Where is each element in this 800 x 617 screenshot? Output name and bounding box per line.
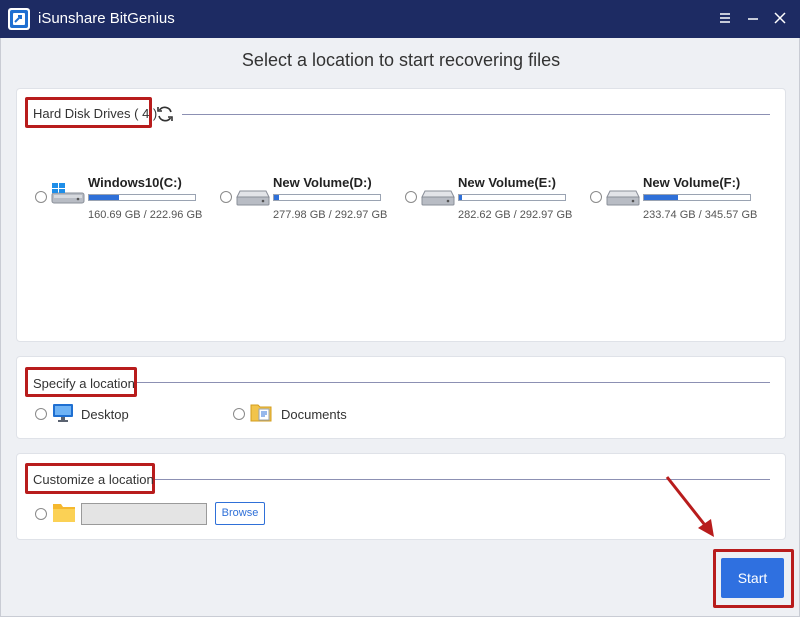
browse-button[interactable]: Browse: [215, 502, 265, 525]
desktop-label: Desktop: [81, 407, 129, 422]
path-input[interactable]: [81, 503, 207, 525]
drive-d-name: New Volume(D:): [273, 175, 372, 190]
drive-e-radio[interactable]: [405, 191, 417, 203]
drive-d-usage-fill: [274, 195, 280, 200]
customize-section-label: Customize a location: [33, 472, 154, 487]
hard-drive-icon: [236, 190, 270, 206]
drive-c-size: 160.69 GB / 222.96 GB: [88, 209, 203, 221]
section-divider: [182, 114, 770, 115]
drive-c-usage-bar: [88, 194, 196, 201]
hard-drive-icon: [606, 190, 640, 206]
folder-icon: [53, 504, 75, 522]
drive-d-size: 277.98 GB / 292.97 GB: [273, 209, 388, 221]
desktop-radio[interactable]: [35, 408, 47, 420]
close-icon[interactable]: [771, 9, 789, 27]
minimize-icon[interactable]: [744, 9, 762, 27]
drives-section-label: Hard Disk Drives ( 4 ): [33, 106, 158, 121]
title-bar: iSunshare BitGenius: [0, 0, 800, 38]
start-button[interactable]: Start: [721, 558, 784, 598]
specify-location-panel: Specify a location Desktop Documents: [16, 356, 786, 439]
page-title: Select a location to start recovering fi…: [241, 50, 561, 70]
app-title: iSunshare BitGenius: [38, 10, 175, 27]
windows-drive-icon: [51, 183, 85, 204]
drive-f-usage-fill: [644, 195, 678, 200]
drive-d-usage-bar: [273, 194, 381, 201]
drive-c-radio[interactable]: [35, 191, 47, 203]
drive-f-usage-bar: [643, 194, 751, 201]
drive-e-name: New Volume(E:): [458, 175, 556, 190]
drives-panel: Hard Disk Drives ( 4 ) Windows10(C:) 160…: [16, 88, 786, 342]
drive-f-size: 233.74 GB / 345.57 GB: [643, 209, 758, 221]
drive-c-name: Windows10(C:): [88, 175, 182, 190]
refresh-icon[interactable]: [155, 104, 175, 124]
desktop-icon: [53, 404, 73, 422]
hard-drive-icon: [421, 190, 455, 206]
drive-f-radio[interactable]: [590, 191, 602, 203]
drive-c-usage-fill: [89, 195, 119, 200]
documents-radio[interactable]: [233, 408, 245, 420]
drive-e-size: 282.62 GB / 292.97 GB: [458, 209, 573, 221]
documents-icon: [250, 404, 272, 422]
custom-location-radio[interactable]: [35, 508, 47, 520]
specify-section-label: Specify a location: [33, 376, 135, 391]
drive-f-name: New Volume(F:): [643, 175, 741, 190]
drive-e-usage-bar: [458, 194, 566, 201]
app-logo-icon: [8, 8, 30, 30]
section-divider: [137, 382, 770, 383]
documents-label: Documents: [281, 407, 347, 422]
drive-e-usage-fill: [459, 195, 463, 200]
annotation-arrow-icon: [665, 476, 714, 537]
menu-icon[interactable]: [716, 9, 734, 27]
drive-d-radio[interactable]: [220, 191, 232, 203]
